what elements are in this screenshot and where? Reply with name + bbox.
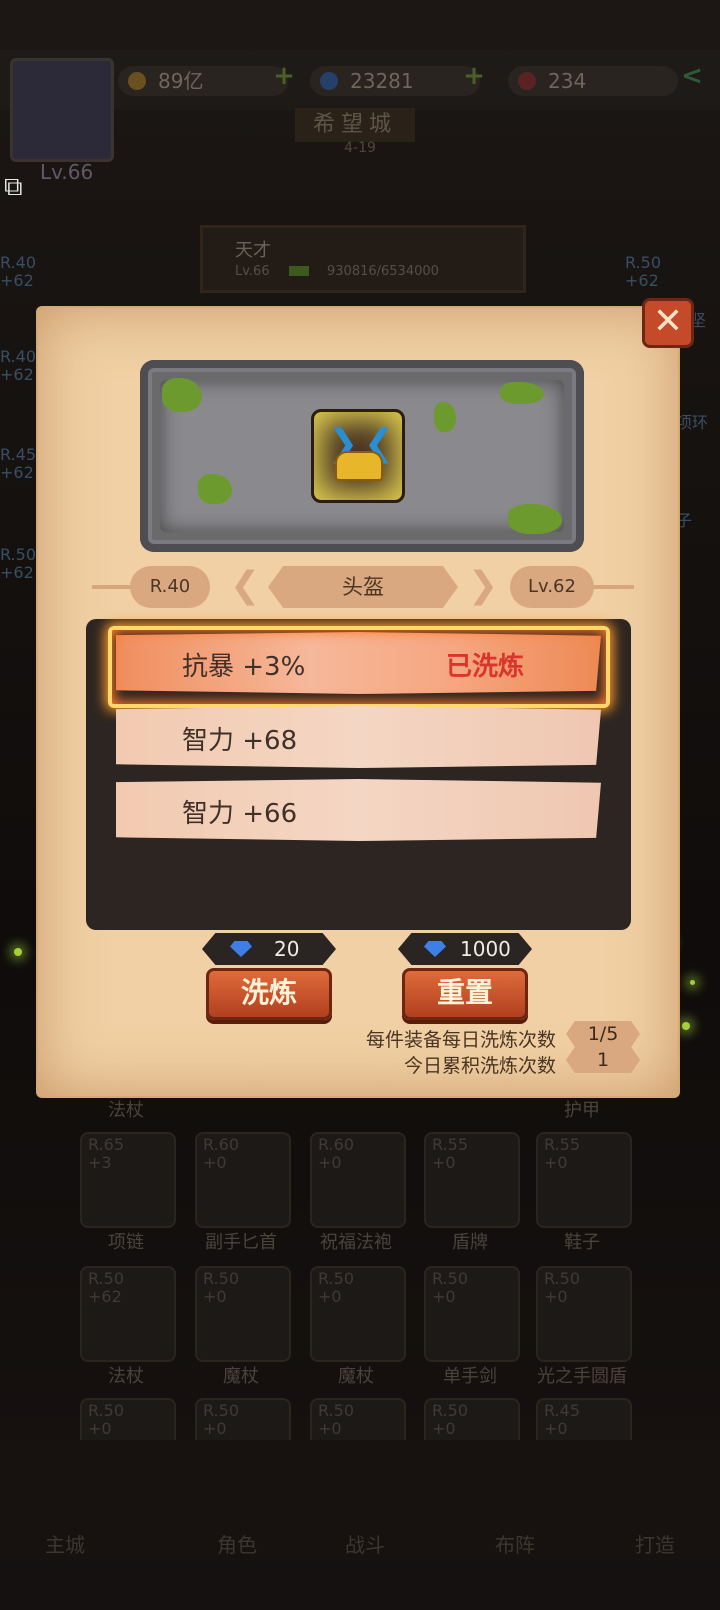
equip-slot[interactable]: R.50 +0 (195, 1266, 291, 1362)
character-name: 天才 (235, 240, 271, 261)
moss-decoration (508, 504, 562, 534)
left-slot-2[interactable]: R.40 +62 (0, 348, 40, 408)
puzzle-icon[interactable]: ⧉ (4, 172, 38, 202)
gem-counter: 23281 (310, 66, 480, 96)
reset-button[interactable]: 重置 (402, 968, 528, 1020)
firefly-effect (682, 1022, 690, 1030)
equip-slot[interactable]: R.50 +62 (80, 1266, 176, 1362)
player-avatar[interactable] (10, 58, 114, 162)
gem-icon (230, 941, 252, 957)
nav-character[interactable]: 角色 (182, 1480, 292, 1560)
character-name-card: 天才 Lv.66 930816/6534000 (200, 225, 526, 293)
bg-header-right: 护甲 (564, 1100, 600, 1121)
equip-slot-label: 祝福法袍 (320, 1232, 392, 1253)
equip-slot-label: 鞋子 (564, 1232, 600, 1253)
gold-counter: 89亿 (118, 66, 288, 96)
total-refine-label: 今日累积洗炼次数 (403, 1055, 556, 1077)
equip-slot[interactable]: R.55 +0 (536, 1132, 632, 1228)
equip-slot-label: 副手匕首 (205, 1232, 277, 1253)
bg-header-left: 法杖 (108, 1100, 144, 1121)
item-level-badge: Lv.62 (510, 566, 594, 608)
divider-line (92, 585, 132, 589)
item-rank-badge: R.40 (130, 566, 210, 608)
helmet-icon (335, 451, 383, 481)
equip-slot-label: 单手剑 (443, 1366, 497, 1387)
character-exp: 930816/6534000 (327, 264, 439, 279)
crystal-counter: 234 (508, 66, 678, 96)
equip-slot-label: 魔杖 (338, 1366, 374, 1387)
firefly-effect (14, 948, 22, 956)
equip-slot-label: 法杖 (108, 1366, 144, 1387)
crystal-icon (518, 72, 536, 90)
moss-decoration (434, 402, 456, 432)
city-stage: 4-19 (344, 140, 376, 156)
stat-text: 智力 +66 (182, 799, 298, 829)
equip-slot[interactable]: R.65 +3 (80, 1132, 176, 1228)
gem-icon (424, 941, 446, 957)
equip-slot[interactable]: R.50 +0 (536, 1266, 632, 1362)
add-gem-icon[interactable]: + (462, 63, 486, 89)
equip-slot-label: 盾牌 (452, 1232, 488, 1253)
total-refine-count: 1 (566, 1047, 640, 1073)
city-name: 希望城 (295, 108, 415, 142)
equip-slot[interactable]: R.60 +0 (310, 1132, 406, 1228)
equip-slot-label: 魔杖 (223, 1366, 259, 1387)
close-button[interactable]: ✕ (642, 298, 694, 348)
exp-bar (289, 266, 309, 276)
equip-slot-label: 光之手圆盾 (537, 1366, 627, 1387)
right-slot-3[interactable]: 项环 (676, 414, 720, 474)
daily-item-refine-label: 每件装备每日洗炼次数 (365, 1029, 556, 1051)
divider-line (594, 585, 634, 589)
reset-cost: 1000 (398, 933, 532, 965)
stat-text: 智力 +68 (182, 726, 298, 756)
equip-slot[interactable]: R.55 +0 (424, 1132, 520, 1228)
chevron-left-icon: ❮ (230, 565, 261, 606)
player-level: Lv.66 (40, 160, 94, 184)
refine-button[interactable]: 洗炼 (206, 968, 332, 1020)
nav-forge[interactable]: 打造 (600, 1480, 710, 1560)
equip-slot[interactable]: R.50 +0 (424, 1266, 520, 1362)
left-slot-4[interactable]: R.50 +62 (0, 546, 40, 606)
add-gold-icon[interactable]: + (272, 63, 296, 89)
item-name: 头盔 (268, 566, 458, 608)
left-slot-3[interactable]: R.45 +62 (0, 446, 40, 506)
nav-battle[interactable]: 战斗 (310, 1480, 420, 1560)
right-slot-2[interactable]: 坚 (690, 312, 720, 372)
gem-icon (320, 72, 338, 90)
character-level: Lv.66 (235, 264, 270, 279)
moss-decoration (500, 382, 544, 404)
right-slot-4[interactable]: 子 (676, 512, 720, 572)
chevron-right-icon: ❯ (468, 565, 499, 606)
nav-main-city[interactable]: 主城 (10, 1480, 120, 1560)
stat-text: 抗暴 +3% (182, 652, 306, 682)
daily-item-refine-count: 1/5 (566, 1021, 640, 1047)
share-icon[interactable]: < (680, 63, 704, 89)
gold-icon (128, 72, 146, 90)
equip-slot[interactable]: R.50 +0 (310, 1266, 406, 1362)
moss-decoration (198, 474, 232, 504)
equip-slot-label: 项链 (108, 1232, 144, 1253)
nav-formation[interactable]: 布阵 (460, 1480, 570, 1560)
firefly-effect (690, 980, 695, 985)
equip-slot[interactable]: R.60 +0 (195, 1132, 291, 1228)
refined-status: 已洗炼 (446, 652, 525, 682)
refine-cost: 20 (202, 933, 336, 965)
left-slot-1[interactable]: R.40 +62 (0, 254, 40, 314)
moss-decoration (162, 378, 202, 412)
